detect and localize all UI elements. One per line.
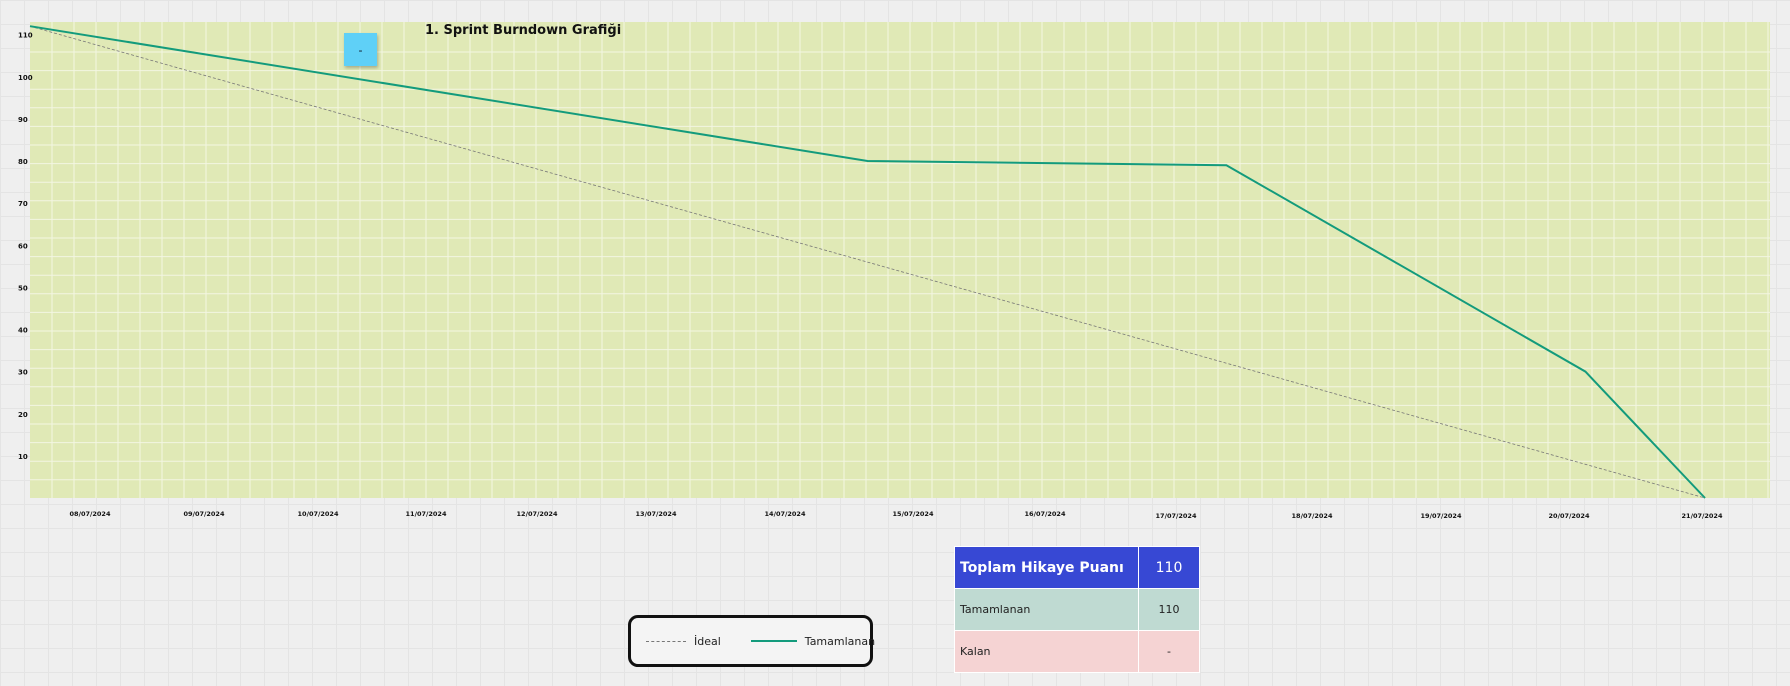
y-tick-label: 40	[18, 327, 28, 335]
x-tick-label: 09/07/2024	[184, 510, 225, 518]
plot-area	[30, 22, 1770, 498]
x-tick-label: 17/07/2024	[1156, 512, 1197, 520]
x-tick-label: 13/07/2024	[636, 510, 677, 518]
x-tick-label: 18/07/2024	[1292, 512, 1333, 520]
total-label: Toplam Hikaye Puanı	[954, 546, 1139, 589]
y-tick-label: 100	[18, 74, 33, 82]
x-tick-label: 12/07/2024	[517, 510, 558, 518]
remaining-label: Kalan	[954, 630, 1139, 673]
legend-label-ideal: İdeal	[694, 634, 721, 648]
x-tick-label: 16/07/2024	[1025, 510, 1066, 518]
dashed-line-swatch	[646, 640, 686, 642]
sticky-note[interactable]: -	[344, 33, 377, 66]
total-value: 110	[1138, 546, 1200, 589]
x-tick-label: 08/07/2024	[70, 510, 111, 518]
y-tick-label: 90	[18, 116, 28, 124]
chart-legend[interactable]: İdeal Tamamlanan	[628, 615, 876, 667]
legend-item-ideal: İdeal	[646, 635, 721, 648]
y-tick-label: 30	[18, 369, 28, 377]
legend-item-done: Tamamlanan	[750, 634, 876, 648]
solid-line-swatch	[750, 640, 797, 642]
table-row-remaining: Kalan -	[954, 630, 1200, 673]
chart-title: 1. Sprint Burndown Grafiği	[425, 23, 622, 38]
done-value: 110	[1138, 588, 1200, 631]
y-tick-label: 10	[18, 453, 28, 461]
y-tick-label: 80	[18, 158, 28, 166]
x-tick-label: 14/07/2024	[765, 510, 806, 518]
y-tick-label: 70	[18, 200, 28, 208]
remaining-value: -	[1138, 630, 1200, 673]
x-tick-label: 11/07/2024	[406, 510, 447, 518]
x-tick-label: 15/07/2024	[893, 510, 934, 518]
x-tick-label: 19/07/2024	[1421, 512, 1462, 520]
y-tick-label: 60	[18, 242, 28, 250]
y-tick-label: 20	[18, 411, 28, 419]
y-tick-label: 110	[18, 32, 33, 40]
y-tick-label: 50	[18, 284, 28, 292]
x-tick-label: 21/07/2024	[1682, 512, 1723, 520]
story-points-summary-table[interactable]: Toplam Hikaye Puanı 110 Tamamlanan 110 K…	[954, 546, 1200, 673]
table-row-total: Toplam Hikaye Puanı 110	[954, 546, 1200, 589]
done-label: Tamamlanan	[954, 588, 1139, 631]
table-row-done: Tamamlanan 110	[954, 588, 1200, 631]
x-tick-label: 10/07/2024	[298, 510, 339, 518]
legend-label-done: Tamamlanan	[804, 634, 876, 648]
x-tick-label: 20/07/2024	[1549, 512, 1590, 520]
burndown-chart: 10 20 30 40 50 60 70 80 90 100 110 08/07/2024 09/07/…	[18, 22, 1770, 520]
sticky-note-text: -	[358, 42, 363, 57]
